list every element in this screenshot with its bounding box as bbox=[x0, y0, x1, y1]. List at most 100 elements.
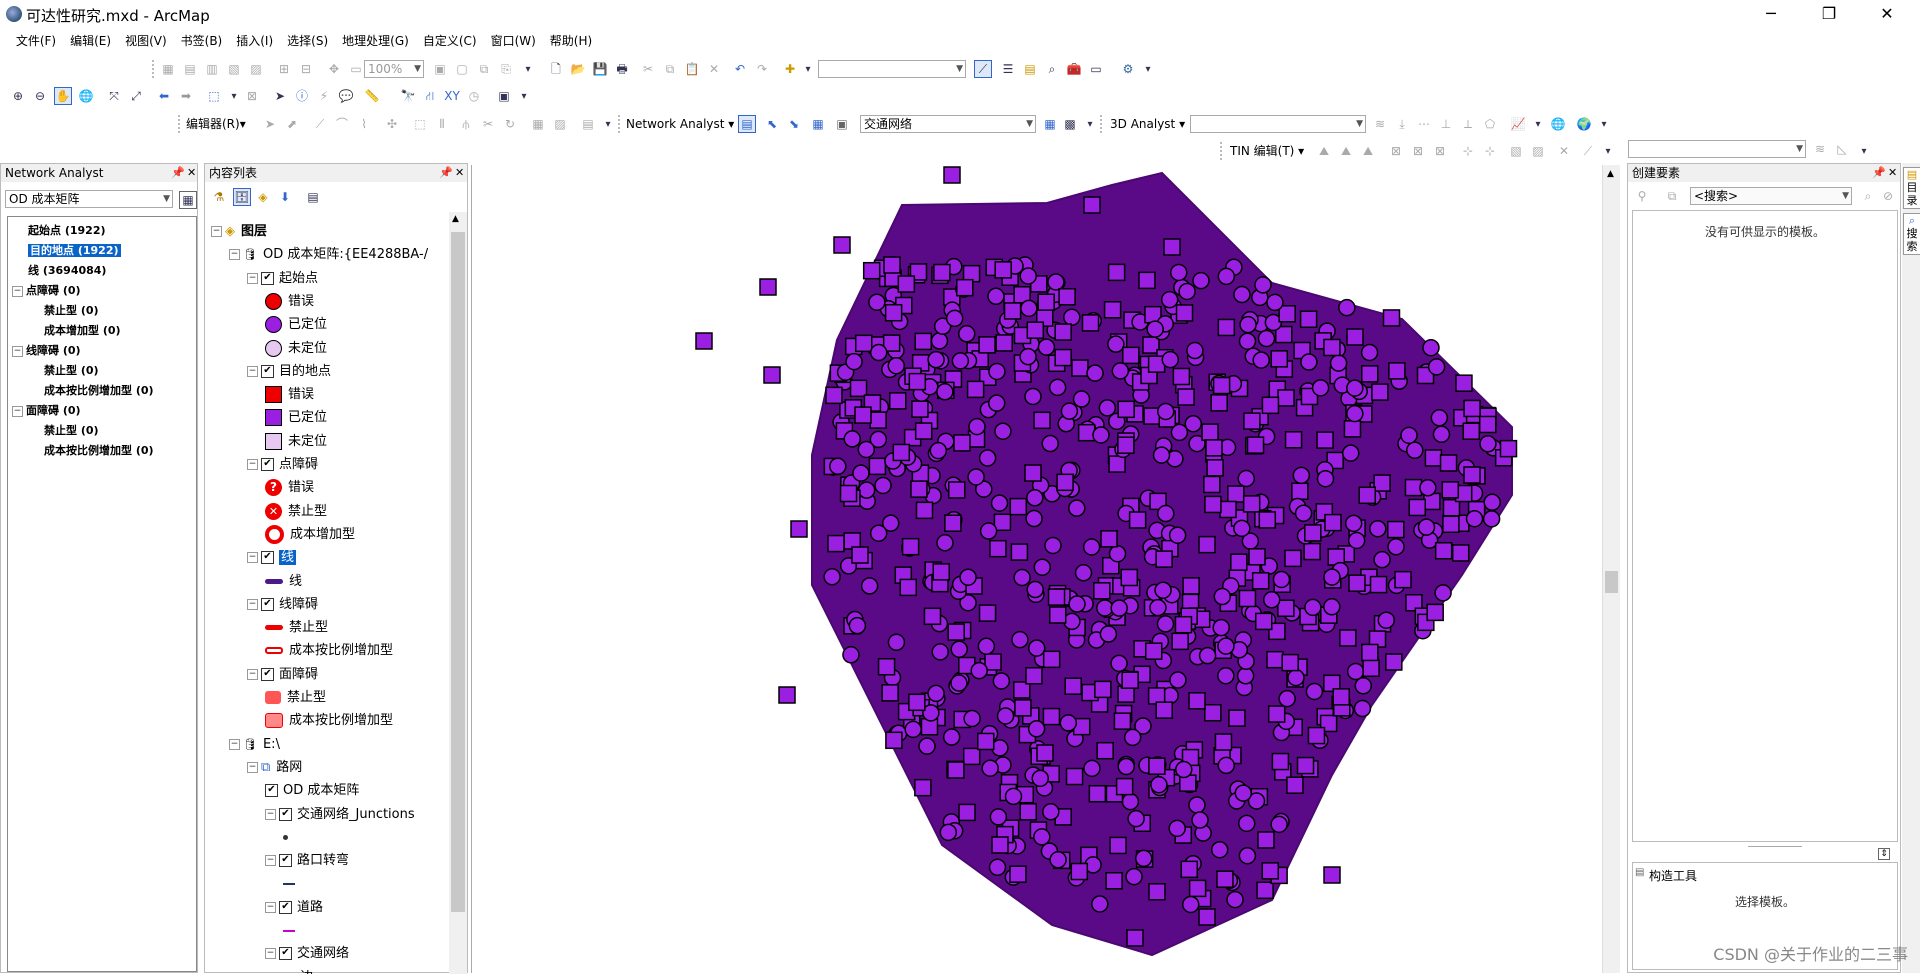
interpolate-polygon-icon[interactable]: ⬠ bbox=[1482, 116, 1498, 132]
list-by-selection-icon[interactable]: ⬇ bbox=[277, 189, 293, 205]
menu-selection[interactable]: 选择(S) bbox=[280, 30, 335, 52]
na-tree-item[interactable]: 成本按比例增加型 (0) bbox=[44, 383, 154, 399]
toc-layer-item[interactable]: − ✔ 交通网络_Junctions bbox=[265, 805, 415, 824]
paste-icon[interactable]: 📋 bbox=[684, 61, 700, 77]
network-dataset-combo[interactable]: 交通网络 ▼ bbox=[860, 115, 1036, 133]
tin-edge-icon-2[interactable]: ⊠ bbox=[1410, 143, 1426, 159]
georef-icon-2[interactable]: ▤ bbox=[182, 61, 198, 77]
find-icon[interactable]: 🔭 bbox=[400, 88, 416, 104]
editor-menu[interactable]: 编辑器(R)▾ bbox=[186, 115, 246, 133]
select-move-location-icon[interactable]: ⬊ bbox=[786, 116, 802, 132]
na-tree-item[interactable]: − 面障碍 (0) bbox=[12, 403, 81, 419]
list-by-source-icon[interactable]: 🗄 bbox=[233, 188, 251, 206]
go-to-xy-icon[interactable]: XY bbox=[444, 88, 460, 104]
template-search-combo[interactable]: <搜索> ▼ bbox=[1690, 187, 1852, 205]
analysis-layer-properties-icon[interactable]: ▦ bbox=[179, 191, 197, 209]
select-features-icon[interactable]: ⬚ bbox=[206, 88, 222, 104]
toolbar-grip[interactable] bbox=[618, 115, 624, 133]
attributes-icon[interactable]: ▦ bbox=[530, 116, 546, 132]
toolbar-overflow-icon[interactable]: ▾ bbox=[516, 89, 532, 105]
create-viewer-icon[interactable]: ▣ bbox=[496, 88, 512, 104]
toc-scrollbar[interactable]: ▲ bbox=[449, 212, 467, 974]
menu-edit[interactable]: 编辑(E) bbox=[63, 30, 118, 52]
chevron-up-icon[interactable]: ▲ bbox=[1607, 169, 1614, 179]
layer-visibility-checkbox[interactable]: ✔ bbox=[265, 784, 278, 798]
tin-flip-icon[interactable]: ⟋ bbox=[1580, 143, 1596, 159]
toc-layer-item[interactable]: − ✔ 线 bbox=[247, 548, 297, 567]
cut-icon[interactable]: ✂ bbox=[640, 61, 656, 77]
toolbar-overflow-icon[interactable]: ▾ bbox=[1596, 117, 1612, 133]
menu-customize[interactable]: 自定义(C) bbox=[416, 30, 484, 52]
toc-options-icon[interactable]: ▤ bbox=[305, 189, 321, 205]
menu-geoprocessing[interactable]: 地理处理(G) bbox=[335, 30, 416, 52]
full-extent-icon[interactable]: 🌐 bbox=[78, 88, 94, 104]
menu-windows[interactable]: 窗口(W) bbox=[484, 30, 543, 52]
html-popup-icon[interactable]: 💬 bbox=[338, 88, 354, 104]
organize-templates-icon[interactable]: ⧉ bbox=[1664, 188, 1680, 204]
na-tree-item[interactable]: 成本增加型 (0) bbox=[44, 323, 121, 339]
directions-icon[interactable]: ▣ bbox=[834, 116, 850, 132]
time-slider-icon[interactable]: ◷ bbox=[466, 88, 482, 104]
menu-bookmarks[interactable]: 书签(B) bbox=[174, 30, 230, 52]
data-driven-pages-icon[interactable]: ⎘ bbox=[498, 61, 514, 77]
build-network-icon[interactable]: ▦ bbox=[1042, 116, 1058, 132]
layer-visibility-checkbox[interactable]: ✔ bbox=[261, 667, 274, 681]
layout-page-icon[interactable]: ▭ bbox=[348, 61, 364, 77]
na-tree-item[interactable]: − 线障碍 (0) bbox=[12, 343, 81, 359]
layer-visibility-checkbox[interactable]: ✔ bbox=[279, 854, 292, 868]
close-icon[interactable]: ✕ bbox=[187, 164, 196, 182]
na-tree-item[interactable]: 目的地点 (1922) bbox=[28, 243, 121, 259]
toolbar-overflow-icon[interactable]: ▾ bbox=[1140, 62, 1156, 78]
reshape-icon[interactable]: ⫴ bbox=[434, 116, 450, 132]
collapse-toggle-icon[interactable]: − bbox=[247, 761, 258, 773]
toolbar-grip[interactable] bbox=[1100, 115, 1106, 133]
toc-layer-item[interactable]: − ✔ 起始点 bbox=[247, 269, 318, 288]
focus-frame-icon[interactable]: ▢ bbox=[454, 61, 470, 77]
toolbar-overflow-icon[interactable]: ▾ bbox=[520, 62, 536, 78]
tin-edge-icon-3[interactable]: ⊠ bbox=[1432, 143, 1448, 159]
toc-scroll-thumb[interactable] bbox=[451, 232, 465, 912]
collapse-toggle-icon[interactable]: − bbox=[247, 552, 258, 564]
find-route-icon[interactable]: ⛙ bbox=[422, 88, 438, 104]
toc-layer-item[interactable]: − ✔ 面障碍 bbox=[247, 665, 318, 684]
pin-icon[interactable]: 📌 bbox=[171, 164, 185, 182]
toolbar-overflow-icon[interactable]: ▾ bbox=[600, 117, 616, 133]
layer-visibility-checkbox[interactable]: ✔ bbox=[279, 807, 292, 821]
toolbar-overflow-icon[interactable]: ▾ bbox=[1600, 144, 1616, 160]
collapse-toggle-icon[interactable]: − bbox=[12, 285, 23, 297]
arcscene-icon[interactable]: 🌐 bbox=[1550, 116, 1566, 132]
menu-file[interactable]: 文件(F) bbox=[9, 30, 63, 52]
layout-pan-icon[interactable]: ✥ bbox=[326, 61, 342, 77]
tin-node-icon[interactable]: ⊹ bbox=[1460, 143, 1476, 159]
layer-visibility-checkbox[interactable]: ✔ bbox=[261, 597, 274, 611]
back-extent-icon[interactable]: ⬅ bbox=[156, 88, 172, 104]
na-tree-item[interactable]: 禁止型 (0) bbox=[44, 363, 99, 379]
right-toolbar-combo[interactable]: ▼ bbox=[1628, 140, 1806, 158]
create-features-icon[interactable]: ▤ bbox=[580, 116, 596, 132]
pin-icon[interactable]: 📌 bbox=[439, 164, 453, 182]
layer-visibility-checkbox[interactable]: ✔ bbox=[261, 458, 274, 471]
measure-icon[interactable]: 📏 bbox=[364, 88, 380, 104]
na-tree-item[interactable]: 起始点 (1922) bbox=[28, 223, 106, 239]
steepest-path-icon[interactable]: ⤓ bbox=[1394, 116, 1410, 132]
copy-icon[interactable]: ⧉ bbox=[662, 61, 678, 77]
editor-toolbar-icon[interactable]: ⟋ bbox=[974, 60, 992, 78]
chevron-up-icon[interactable]: ▲ bbox=[452, 214, 459, 224]
layer-visibility-checkbox[interactable]: ✔ bbox=[279, 947, 292, 961]
forward-extent-icon[interactable]: ➡ bbox=[178, 88, 194, 104]
add-data-icon[interactable]: ✚ bbox=[782, 61, 798, 77]
toolbar-grip[interactable] bbox=[1220, 142, 1226, 160]
close-icon[interactable]: ✕ bbox=[1888, 164, 1897, 182]
collapse-toggle-icon[interactable]: − bbox=[265, 948, 276, 960]
create-network-location-icon[interactable]: ⬉ bbox=[764, 116, 780, 132]
zoom-out-icon[interactable]: ⊖ bbox=[32, 88, 48, 104]
select-dropdown-icon[interactable]: ▾ bbox=[226, 89, 242, 105]
delete-icon[interactable]: ✕ bbox=[706, 61, 722, 77]
menu-help[interactable]: 帮助(H) bbox=[543, 30, 599, 52]
map-scroll-thumb[interactable] bbox=[1605, 571, 1618, 593]
edit-tool-icon[interactable]: ➤ bbox=[262, 116, 278, 132]
tin-region-icon[interactable]: ▧ bbox=[1508, 143, 1524, 159]
edit-vertices-icon[interactable]: ⬚ bbox=[412, 116, 428, 132]
toc-layer-item[interactable]: − ✔ 交通网络 bbox=[265, 944, 349, 963]
layer-visibility-checkbox[interactable]: ✔ bbox=[279, 900, 292, 914]
